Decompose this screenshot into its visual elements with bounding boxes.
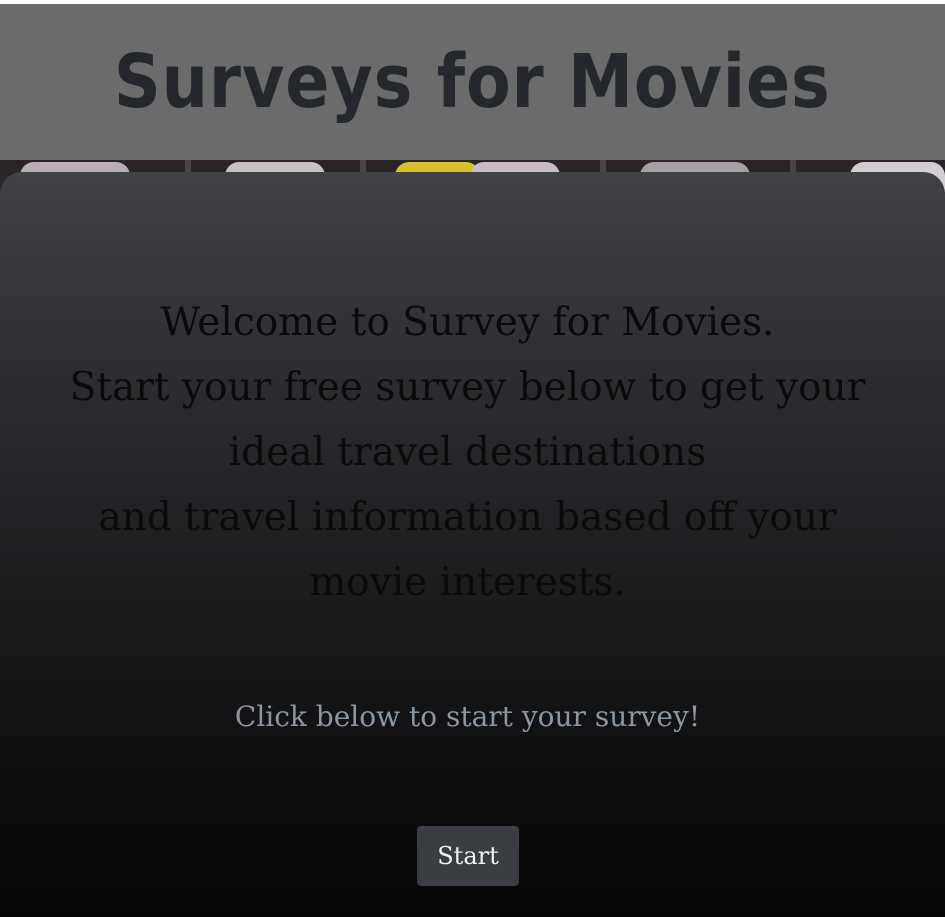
page: Surveys for Movies Welcome to Survey for… xyxy=(0,0,945,917)
welcome-line: Start your free survey below to get your xyxy=(69,365,866,410)
welcome-line: ideal travel destinations xyxy=(228,430,707,475)
welcome-line: and travel information based off your xyxy=(98,495,837,540)
welcome-line: movie interests. xyxy=(309,560,626,605)
welcome-line: Welcome to Survey for Movies. xyxy=(160,300,775,345)
intro-card: Welcome to Survey for Movies. Start your… xyxy=(0,172,945,917)
start-prompt: Click below to start your survey! xyxy=(234,700,701,733)
header-bar: Surveys for Movies xyxy=(0,0,945,160)
start-button[interactable]: Start xyxy=(417,826,519,886)
site-title: Surveys for Movies xyxy=(114,39,831,125)
welcome-message: Welcome to Survey for Movies. Start your… xyxy=(20,290,915,615)
